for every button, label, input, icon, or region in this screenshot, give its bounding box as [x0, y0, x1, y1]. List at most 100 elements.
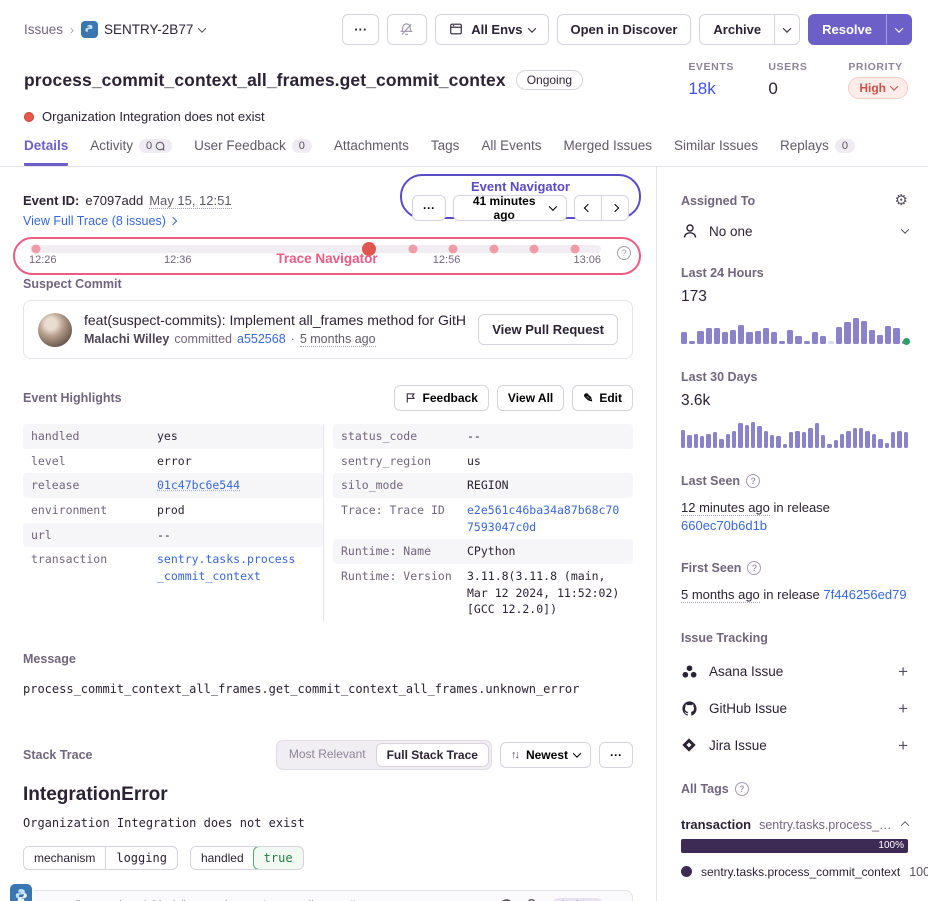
users-count[interactable]: 0 [768, 79, 814, 99]
chart-bar [789, 432, 793, 448]
python-file-icon [10, 884, 32, 901]
first-seen-label: First Seen? [681, 561, 908, 575]
first-seen-text: 5 months ago in release 7f446256ed79 [681, 586, 908, 604]
help-icon[interactable]: ? [746, 474, 760, 488]
help-icon[interactable]: ? [747, 561, 761, 575]
person-icon [681, 222, 699, 240]
issue-subtitle: Organization Integration does not exist [42, 109, 265, 124]
archive-button[interactable]: Archive [699, 14, 775, 45]
event-more-button[interactable]: ··· [412, 195, 446, 221]
tab-activity[interactable]: Activity 0 [90, 138, 172, 166]
more-actions-button[interactable]: ··· [342, 14, 379, 45]
highlight-value-link[interactable]: sentry.tasks.process _commit_context [157, 551, 315, 584]
open-in-discover-button[interactable]: Open in Discover [557, 14, 692, 45]
add-jira-issue-button[interactable]: + [898, 736, 908, 756]
chevron-down-icon [527, 24, 535, 32]
tag-distribution-bar[interactable]: 100% [681, 839, 908, 853]
exception-tag-pill[interactable]: handledtrue [190, 846, 304, 870]
issue-tabs: Details Activity 0 User Feedback0 Attach… [0, 124, 928, 167]
tab-tags[interactable]: Tags [431, 138, 460, 166]
edit-highlights-button[interactable]: ✎ Edit [572, 385, 633, 411]
sort-dropdown[interactable]: ↑↓ Newest [500, 742, 591, 768]
highlight-row: levelerror [23, 449, 323, 474]
separator: · [291, 332, 295, 346]
highlight-value-link[interactable]: e2e561c46ba34a87b68c70 7593047c0d [467, 502, 625, 535]
help-icon[interactable]: ? [735, 782, 749, 796]
last-seen-text: 12 minutes ago in release 660ec70b6d1b [681, 499, 908, 535]
chart-bar [802, 432, 806, 448]
activity-count-badge: 0 [139, 139, 172, 153]
resolve-button[interactable]: Resolve [808, 14, 886, 45]
full-stack-trace-toggle[interactable]: Full Stack Trace [376, 743, 489, 767]
chart-bar [787, 330, 793, 344]
suspect-commit-card: feat(suspect-commits): Implement all_fra… [23, 300, 633, 359]
frame-header[interactable]: sentry/integrations/github/integration.p… [24, 891, 632, 901]
breadcrumb-issues-link[interactable]: Issues [24, 22, 63, 37]
chart-bar [779, 341, 785, 344]
events-count[interactable]: 18k [688, 79, 734, 99]
issue-subtitle-row: Organization Integration does not exist [0, 99, 928, 124]
next-event-button[interactable] [602, 195, 629, 221]
commit-sha-link[interactable]: a552568 [237, 332, 286, 346]
event-id-label: Event ID: [23, 193, 79, 208]
assignee-dropdown[interactable]: No one [681, 222, 908, 240]
chart-bar [844, 322, 850, 344]
message-section-label: Message [23, 652, 633, 666]
priority-dropdown[interactable]: High [848, 77, 908, 99]
event-age-dropdown[interactable]: 41 minutes ago [453, 195, 567, 221]
environment-filter-button[interactable]: All Envs [435, 14, 548, 45]
chart-bar [891, 432, 895, 448]
previous-event-button[interactable] [574, 195, 602, 221]
highlight-key: handled [31, 428, 157, 445]
resolve-dropdown-button[interactable] [886, 14, 912, 45]
tab-similar-issues[interactable]: Similar Issues [674, 138, 758, 166]
most-relevant-toggle[interactable]: Most Relevant [279, 743, 376, 767]
tag-header[interactable]: transactionsentry.tasks.process_com… [681, 817, 908, 832]
last-24h-chart [681, 316, 908, 344]
last-seen-release-link[interactable]: 660ec70b6d1b [681, 518, 767, 533]
chart-bar [859, 428, 863, 448]
last-30d-chart [681, 420, 908, 448]
first-seen-release-link[interactable]: 7f446256ed79 [823, 587, 906, 602]
view-pull-request-button[interactable]: View Pull Request [478, 314, 618, 345]
highlight-value-link[interactable]: 01c47bc6e544 [157, 477, 315, 494]
tab-all-events[interactable]: All Events [481, 138, 541, 166]
highlight-row: silo_modeREGION [333, 473, 633, 498]
chart-bar [713, 432, 717, 448]
view-all-button[interactable]: View All [497, 385, 564, 411]
exception-tag-pill[interactable]: mechanismlogging [23, 846, 178, 870]
status-badge: Ongoing [516, 70, 583, 90]
highlight-row: sentry_regionus [333, 449, 633, 474]
issue-title: process_commit_context_all_frames.get_co… [24, 70, 506, 91]
stack-trace-label: Stack Trace [23, 748, 93, 762]
archive-dropdown-button[interactable] [775, 14, 800, 45]
tab-attachments[interactable]: Attachments [334, 138, 409, 166]
event-date: May 15, 12:51 [149, 193, 231, 209]
gear-icon[interactable]: ⚙ [895, 193, 908, 208]
feedback-button[interactable]: Feedback [394, 385, 489, 411]
exception-type: IntegrationError [23, 784, 633, 806]
tab-user-feedback[interactable]: User Feedback0 [194, 138, 312, 166]
highlight-row: status_code-- [333, 424, 633, 449]
highlight-key: url [31, 527, 157, 544]
comment-icon [155, 141, 165, 151]
add-asana-issue-button[interactable]: + [898, 662, 908, 682]
tab-merged-issues[interactable]: Merged Issues [563, 138, 652, 166]
action-toolbar: ··· All Envs Open in Discover Archive Re… [342, 14, 912, 45]
add-github-issue-button[interactable]: + [898, 699, 908, 719]
project-selector[interactable]: SENTRY-2B77 [81, 21, 205, 38]
tab-replays[interactable]: Replays0 [780, 138, 855, 166]
last-30d-count: 3.6k [681, 392, 908, 410]
chart-bar [719, 439, 723, 448]
feedback-count-badge: 0 [292, 139, 312, 153]
highlight-row: handledyes [23, 424, 323, 449]
tag-detail-row[interactable]: sentry.tasks.process_commit_context100% [681, 865, 908, 879]
commit-author: Malachi Willey [84, 332, 169, 346]
mute-notifications-button[interactable] [387, 14, 427, 45]
commit-message: feat(suspect-commits): Implement all_fra… [84, 312, 466, 328]
tab-details[interactable]: Details [24, 138, 68, 166]
chevron-down-icon [549, 202, 557, 210]
stack-trace-more-button[interactable]: ··· [599, 742, 633, 768]
chevron-down-icon [198, 24, 206, 32]
suspect-commit-label: Suspect Commit [23, 277, 633, 291]
